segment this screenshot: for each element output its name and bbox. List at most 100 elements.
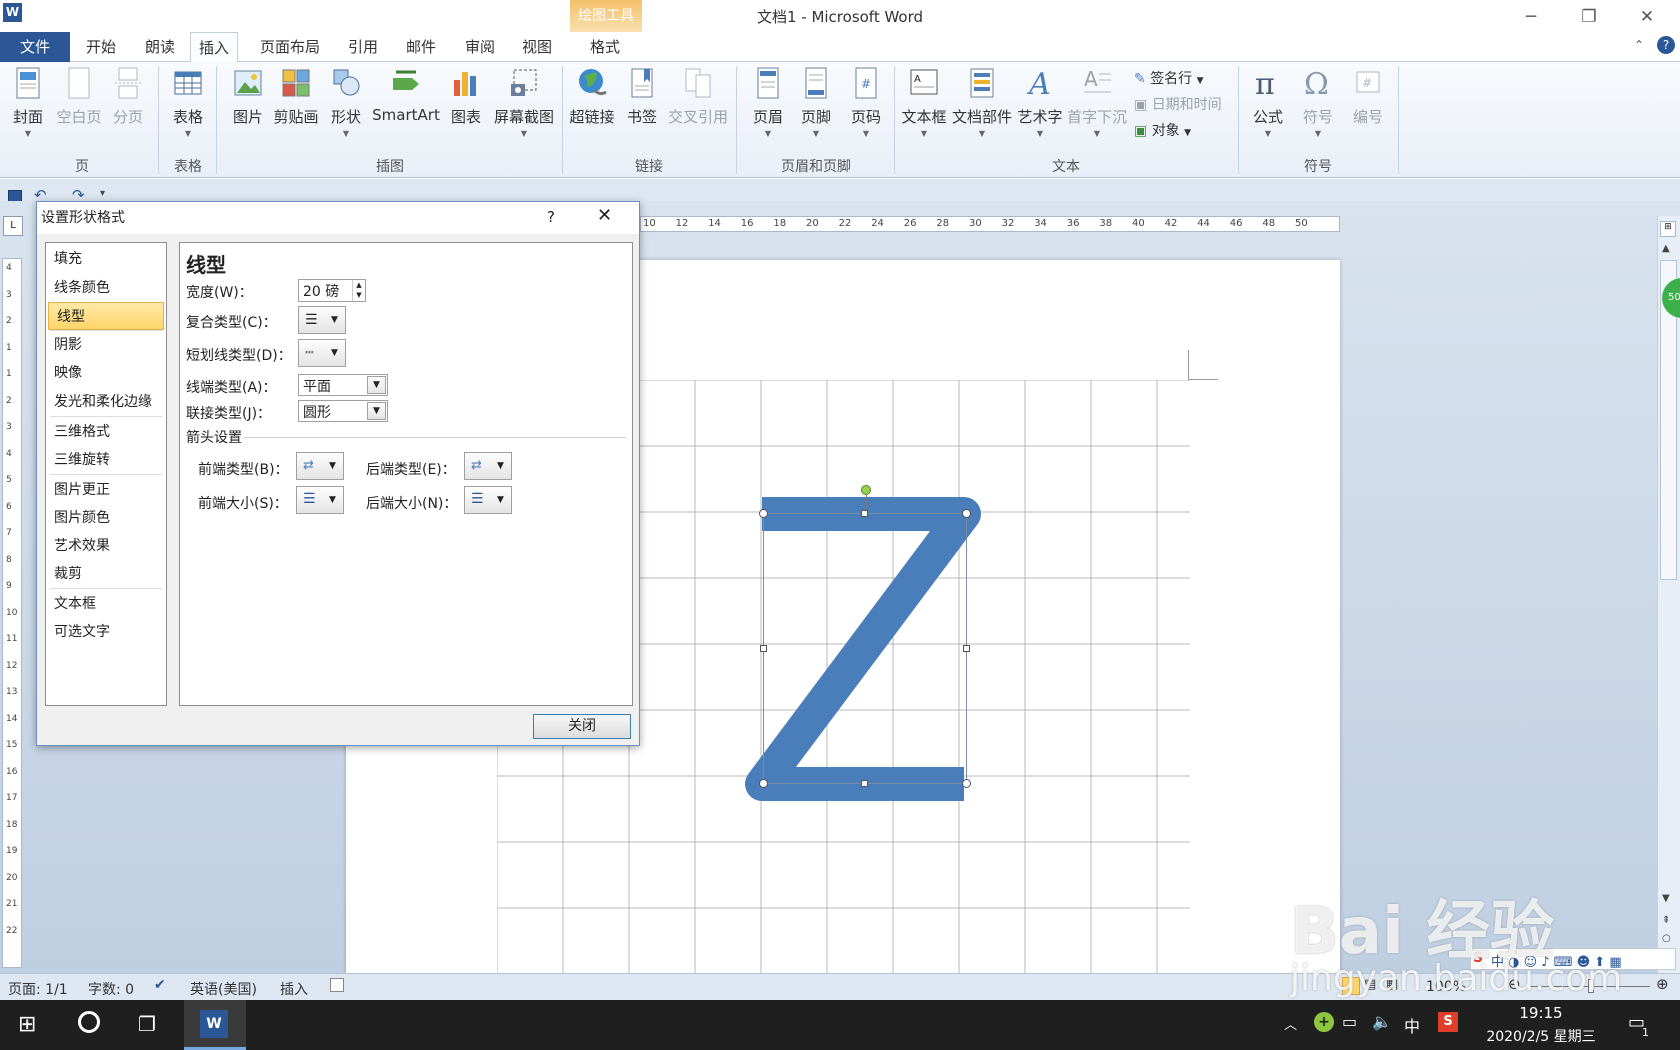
page-number-button[interactable]: # 页码 ▼ (846, 66, 886, 138)
drop-cap-button[interactable]: A 首字下沉 ▼ (1066, 66, 1128, 138)
word-count[interactable]: 字数: 0 (88, 979, 134, 999)
cap-type-select[interactable]: 平面 ▼ (298, 374, 388, 396)
previous-page-icon[interactable]: ⇞ (1662, 915, 1670, 926)
windows-start-icon[interactable]: ⊞ (18, 1012, 36, 1037)
resize-handle[interactable] (962, 509, 971, 518)
zoom-in-icon[interactable]: ⊕ (1656, 975, 1669, 993)
resize-handle[interactable] (759, 509, 768, 518)
scroll-up-icon[interactable]: ▲ (1662, 243, 1670, 254)
rotation-handle[interactable] (861, 485, 871, 495)
signature-line-button[interactable]: ✎ 签名行 ▼ (1134, 68, 1204, 88)
horizontal-ruler[interactable]: 10 12 14 16 18 20 22 24 26 28 30 32 34 36 38 40 42 44 46 48… (640, 216, 1340, 232)
shapes-button[interactable]: 形状 ▼ (326, 66, 366, 138)
close-window-button[interactable]: ✕ (1618, 2, 1676, 32)
tab-format[interactable]: 格式 (582, 32, 628, 62)
browse-object-icon[interactable]: ○ (1662, 933, 1671, 944)
cross-reference-button[interactable]: 交叉引用 (666, 66, 730, 127)
end-type-dropdown[interactable]: ⇄ ▼ (464, 452, 512, 480)
vertical-ruler[interactable]: 4 3 2 1 1 2 3 4 5 6 7 8 9 10 11 12 13 14 15 16 17 18 19 20 21 22 (2, 258, 22, 968)
header-button[interactable]: 页眉 ▼ (748, 66, 788, 138)
category-item[interactable]: 填充 (46, 245, 166, 273)
category-item[interactable]: 三维格式 (46, 418, 166, 446)
resize-handle[interactable] (861, 510, 868, 517)
textbox-button[interactable]: A 文本框 ▼ (900, 66, 948, 138)
dash-type-dropdown[interactable]: ┅ ▼ (298, 339, 346, 367)
smartart-button[interactable]: SmartArt (372, 66, 440, 124)
task-view-icon[interactable]: ❐ (138, 1012, 156, 1036)
dialog-close-icon[interactable]: ✕ (597, 205, 612, 226)
dialog-help-button[interactable]: ? (547, 208, 555, 226)
category-item[interactable]: 线型 (48, 302, 164, 330)
dialog-close-button[interactable]: 关闭 (533, 714, 631, 739)
minimize-button[interactable]: ─ (1502, 2, 1560, 32)
cover-page-button[interactable]: 封面 ▼ (8, 66, 48, 138)
category-item[interactable]: 阴影 (46, 331, 166, 359)
tab-view[interactable]: 视图 (514, 32, 560, 62)
restore-button[interactable]: ❐ (1560, 2, 1618, 32)
ime-indicator[interactable]: 中 (1404, 1013, 1420, 1037)
scroll-down-icon[interactable]: ▼ (1662, 893, 1670, 904)
customize-qat-icon[interactable]: ▾ (100, 188, 105, 199)
date-time-button[interactable]: ▣ 日期和时间 (1134, 94, 1222, 114)
tab-references[interactable]: 引用 (340, 32, 386, 62)
table-button[interactable]: 表格 ▼ (168, 66, 208, 138)
wordart-button[interactable]: A 艺术字 ▼ (1016, 66, 1064, 138)
category-item[interactable]: 可选文字 (46, 618, 166, 646)
tab-file[interactable]: 文件 (0, 32, 70, 62)
proofing-icon[interactable]: ✔ (154, 977, 166, 993)
tray-app-icon[interactable]: + (1314, 1012, 1334, 1032)
category-item[interactable]: 图片更正 (46, 476, 166, 504)
object-button[interactable]: ▣ 对象 ▼ (1134, 120, 1191, 140)
compound-type-dropdown[interactable]: ☰ ▼ (298, 306, 346, 334)
cortana-search-icon[interactable] (78, 1011, 100, 1033)
clip-art-button[interactable]: 剪贴画 (272, 66, 320, 127)
resize-handle[interactable] (760, 645, 767, 652)
category-item[interactable]: 裁剪 (46, 560, 166, 588)
help-icon[interactable]: ? (1657, 36, 1675, 54)
resize-handle[interactable] (759, 779, 768, 788)
tab-mailings[interactable]: 邮件 (398, 32, 444, 62)
resize-handle[interactable] (861, 780, 868, 787)
category-item[interactable]: 艺术效果 (46, 532, 166, 560)
page-break-button[interactable]: 分页 (108, 66, 148, 127)
symbol-button[interactable]: Ω 符号 ▼ (1298, 66, 1338, 138)
clock-time[interactable]: 19:15 (1486, 1004, 1596, 1022)
tab-read-aloud[interactable]: 朗读 (137, 32, 183, 62)
blank-page-button[interactable]: 空白页 (56, 66, 102, 127)
chart-button[interactable]: 图表 (446, 66, 486, 127)
equation-button[interactable]: π 公式 ▼ (1248, 66, 1288, 138)
volume-icon[interactable]: 🔈 (1372, 1012, 1392, 1031)
clock-date[interactable]: 2020/2/5 星期三 (1478, 1026, 1604, 1046)
begin-type-dropdown[interactable]: ⇄ ▼ (296, 452, 344, 480)
ruler-toggle-icon[interactable]: ⊞ (1660, 221, 1676, 237)
numbering-button[interactable]: # 编号 (1348, 66, 1388, 127)
macro-record-icon[interactable] (330, 978, 344, 992)
category-item[interactable]: 三维旋转 (46, 446, 166, 474)
end-size-dropdown[interactable]: ☰ ▼ (464, 486, 512, 514)
tab-insert[interactable]: 插入 (190, 32, 239, 63)
category-item[interactable]: 线条颜色 (46, 274, 166, 302)
language-indicator[interactable]: 英语(美国) (190, 979, 257, 999)
page-count[interactable]: 页面: 1/1 (8, 979, 68, 999)
tab-review[interactable]: 审阅 (457, 32, 503, 62)
insert-mode[interactable]: 插入 (280, 979, 308, 999)
minimize-ribbon-icon[interactable]: ⌃ (1634, 38, 1644, 52)
network-icon[interactable]: ▭ (1342, 1012, 1357, 1031)
category-item[interactable]: 发光和柔化边缘 (46, 388, 166, 416)
join-type-select[interactable]: 圆形 ▼ (298, 400, 388, 422)
tab-home[interactable]: 开始 (78, 32, 124, 62)
resize-handle[interactable] (963, 645, 970, 652)
picture-button[interactable]: 图片 (228, 66, 268, 127)
sogou-tray-icon[interactable]: S (1438, 1012, 1458, 1032)
begin-size-dropdown[interactable]: ☰ ▼ (296, 486, 344, 514)
tray-expand-icon[interactable]: ︿ (1284, 1014, 1297, 1033)
category-item[interactable]: 映像 (46, 359, 166, 387)
spinner-arrows-icon[interactable]: ▲ ▼ (352, 280, 365, 301)
quick-parts-button[interactable]: 文档部件 ▼ (952, 66, 1012, 138)
bookmark-button[interactable]: 书签 (622, 66, 662, 127)
category-item[interactable]: 图片颜色 (46, 504, 166, 532)
category-item[interactable]: 文本框 (46, 590, 166, 618)
footer-button[interactable]: 页脚 ▼ (796, 66, 836, 138)
screenshot-button[interactable]: 屏幕截图 ▼ (492, 66, 556, 138)
resize-handle[interactable] (962, 779, 971, 788)
